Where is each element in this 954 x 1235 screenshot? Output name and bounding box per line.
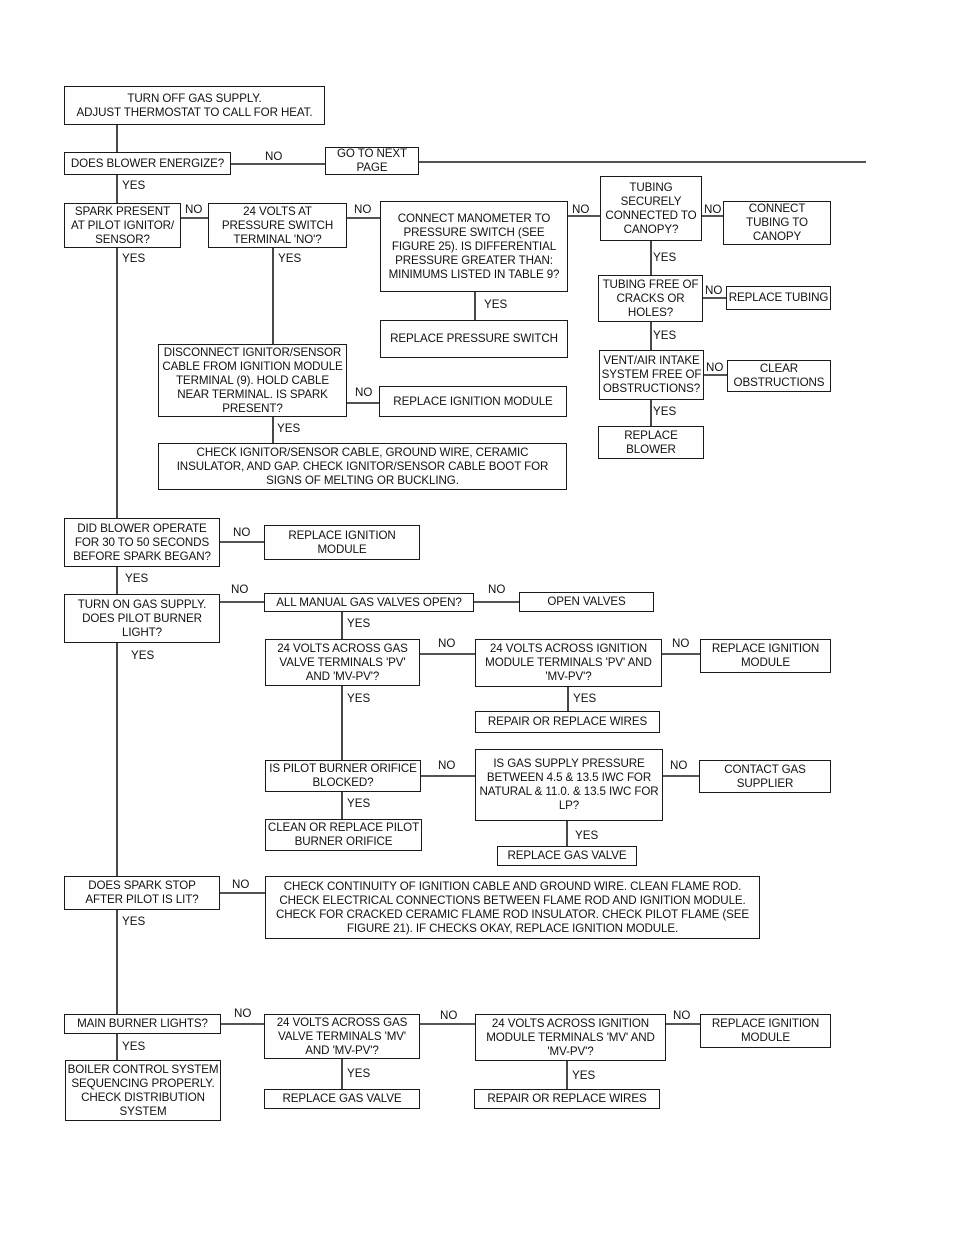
branch-yes: YES [572, 1069, 596, 1082]
branch-yes: YES [122, 915, 146, 928]
decision-24v-pressure-switch: 24 VOLTS AT PRESSURE SWITCH TERMINAL 'NO… [208, 203, 347, 248]
branch-no: NO [232, 878, 250, 891]
decision-24v-gas-valve-pv: 24 VOLTS ACROSS GAS VALVE TERMINALS 'PV'… [265, 639, 420, 686]
branch-yes: YES [573, 692, 597, 705]
branch-no: NO [231, 583, 249, 596]
action-repair-wires-2: REPAIR OR REPLACE WIRES [474, 1089, 660, 1109]
branch-yes: YES [484, 298, 508, 311]
action-replace-tubing: REPLACE TUBING [726, 286, 831, 310]
branch-yes: YES [653, 329, 677, 342]
branch-yes: YES [122, 1040, 146, 1053]
flowchart-canvas: TURN OFF GAS SUPPLY. ADJUST THERMOSTAT T… [0, 0, 954, 1235]
branch-yes: YES [278, 252, 302, 265]
decision-24v-module-pv: 24 VOLTS ACROSS IGNITION MODULE TERMINAL… [475, 639, 662, 687]
action-contact-gas-supplier: CONTACT GAS SUPPLIER [699, 760, 831, 793]
action-check-continuity: CHECK CONTINUITY OF IGNITION CABLE AND G… [265, 876, 760, 939]
result-boiler-sequencing: BOILER CONTROL SYSTEM SEQUENCING PROPERL… [65, 1060, 221, 1121]
branch-yes: YES [653, 405, 677, 418]
branch-no: NO [234, 1007, 252, 1020]
action-replace-blower: REPLACE BLOWER [598, 426, 704, 459]
action-check-ignitor-cable: CHECK IGNITOR/SENSOR CABLE, GROUND WIRE,… [158, 443, 567, 490]
action-replace-pressure-switch: REPLACE PRESSURE SWITCH [380, 320, 568, 358]
branch-yes: YES [653, 251, 677, 264]
action-replace-gas-valve-1: REPLACE GAS VALVE [497, 846, 637, 866]
branch-no: NO [670, 759, 688, 772]
branch-yes: YES [347, 1067, 371, 1080]
action-replace-ignition-module-3: REPLACE IGNITION MODULE [700, 639, 831, 673]
decision-blower-30-50-seconds: DID BLOWER OPERATE FOR 30 TO 50 SECONDS … [64, 518, 220, 567]
branch-no: NO [438, 759, 456, 772]
branch-no: NO [185, 203, 203, 216]
branch-no: NO [233, 526, 251, 539]
branch-no: NO [438, 637, 456, 650]
action-connect-tubing: CONNECT TUBING TO CANOPY [723, 201, 831, 245]
branch-yes: YES [122, 179, 146, 192]
branch-yes: YES [125, 572, 149, 585]
action-clear-obstructions: CLEAR OBSTRUCTIONS [727, 360, 831, 392]
decision-pilot-orifice-blocked: IS PILOT BURNER ORIFICE BLOCKED? [265, 760, 421, 792]
branch-yes: YES [347, 797, 371, 810]
branch-yes: YES [122, 252, 146, 265]
branch-yes: YES [131, 649, 155, 662]
decision-spark-present: SPARK PRESENT AT PILOT IGNITOR/ SENSOR? [64, 203, 181, 248]
branch-no: NO [354, 203, 372, 216]
branch-yes: YES [347, 692, 371, 705]
branch-no: NO [440, 1009, 458, 1022]
decision-disconnect-ignitor: DISCONNECT IGNITOR/SENSOR CABLE FROM IGN… [158, 344, 347, 417]
branch-no: NO [705, 284, 723, 297]
action-replace-ignition-module-4: REPLACE IGNITION MODULE [700, 1014, 831, 1048]
branch-yes: YES [347, 617, 371, 630]
decision-turn-on-gas: TURN ON GAS SUPPLY. DOES PILOT BURNER LI… [64, 594, 220, 643]
decision-24v-module-mv: 24 VOLTS ACROSS IGNITION MODULE TERMINAL… [475, 1014, 666, 1061]
decision-manual-valves-open: ALL MANUAL GAS VALVES OPEN? [264, 593, 474, 612]
branch-no: NO [706, 361, 724, 374]
branch-no: NO [673, 1009, 691, 1022]
branch-yes: YES [277, 422, 301, 435]
branch-no: NO [572, 203, 590, 216]
branch-no: NO [672, 637, 690, 650]
action-repair-wires-1: REPAIR OR REPLACE WIRES [475, 711, 660, 733]
action-replace-gas-valve-2: REPLACE GAS VALVE [264, 1089, 420, 1109]
decision-manometer: CONNECT MANOMETER TO PRESSURE SWITCH (SE… [380, 201, 568, 292]
branch-no: NO [265, 150, 283, 163]
action-replace-ignition-module-2: REPLACE IGNITION MODULE [264, 525, 420, 560]
decision-gas-supply-pressure: IS GAS SUPPLY PRESSURE BETWEEN 4.5 & 13.… [475, 749, 663, 821]
go-to-next-page[interactable]: GO TO NEXT PAGE [325, 147, 419, 175]
branch-yes: YES [575, 829, 599, 842]
decision-blower-energize: DOES BLOWER ENERGIZE? [64, 152, 231, 175]
decision-main-burner-lights: MAIN BURNER LIGHTS? [64, 1014, 221, 1034]
branch-no: NO [355, 386, 373, 399]
decision-vent-free: VENT/AIR INTAKE SYSTEM FREE OF OBSTRUCTI… [599, 350, 704, 400]
decision-24v-gas-valve-mv: 24 VOLTS ACROSS GAS VALVE TERMINALS 'MV'… [264, 1014, 420, 1059]
action-open-valves: OPEN VALVES [519, 592, 654, 612]
action-clean-orifice: CLEAN OR REPLACE PILOT BURNER ORIFICE [265, 819, 422, 851]
start-step: TURN OFF GAS SUPPLY. ADJUST THERMOSTAT T… [64, 86, 325, 125]
decision-spark-stop: DOES SPARK STOP AFTER PILOT IS LIT? [64, 876, 220, 910]
branch-no: NO [488, 583, 506, 596]
action-replace-ignition-module-1: REPLACE IGNITION MODULE [379, 386, 567, 417]
decision-tubing-free: TUBING FREE OF CRACKS OR HOLES? [598, 275, 703, 322]
decision-tubing-connected: TUBING SECURELY CONNECTED TO CANOPY? [600, 176, 702, 241]
branch-no: NO [704, 203, 722, 216]
